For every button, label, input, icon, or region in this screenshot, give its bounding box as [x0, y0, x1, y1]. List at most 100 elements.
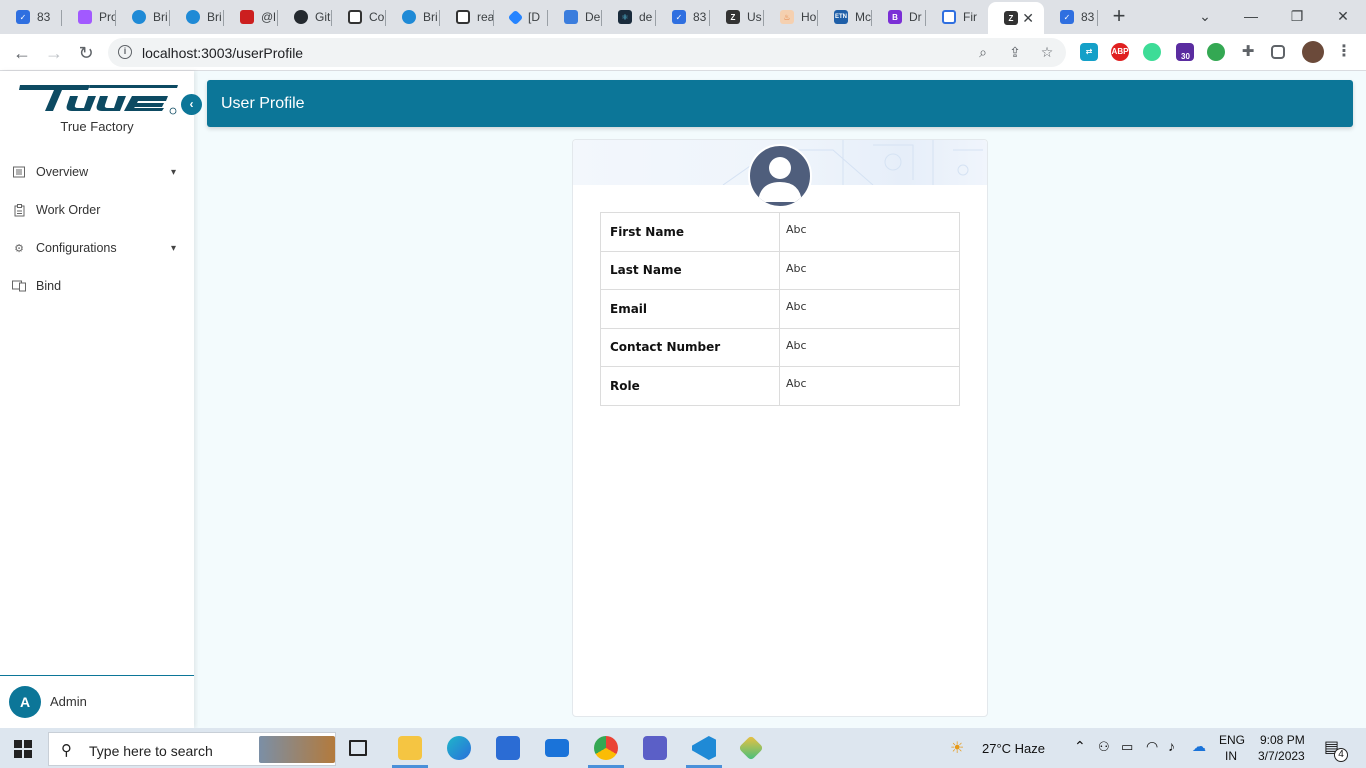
site-info-icon[interactable]: i [118, 45, 132, 59]
tab-title: de [639, 10, 653, 24]
sidebar-item-bind[interactable]: Bind [0, 271, 194, 301]
tab-title: 83 [37, 10, 51, 24]
browser-tab[interactable]: Bri [116, 4, 170, 30]
browser-tab[interactable]: ♨ Ho [764, 4, 818, 30]
brand-subtitle: True Factory [60, 119, 134, 134]
battery-icon[interactable]: ▭ [1121, 739, 1133, 755]
browser-tab[interactable]: De [548, 4, 602, 30]
browser-menu-icon[interactable]: ⋮ [1335, 43, 1353, 61]
volume-icon[interactable]: ♪ [1168, 738, 1175, 754]
window-close-button[interactable]: ✕ [1320, 3, 1366, 29]
tab-favicon-icon: ✓ [16, 10, 30, 24]
user-menu[interactable]: A Admin [0, 675, 194, 728]
search-placeholder: Type here to search [89, 743, 213, 759]
windows-start-icon[interactable] [14, 740, 32, 758]
reload-icon[interactable]: ↻ [74, 41, 98, 65]
tab-title: 83 [1081, 10, 1095, 24]
profile-card: First Name Abc Last Name Abc Email Abc C… [572, 139, 988, 717]
minimize-button[interactable]: — [1228, 3, 1274, 29]
profile-avatar-icon[interactable] [1302, 41, 1324, 63]
address-url[interactable]: localhost:3003/userProfile [142, 45, 303, 61]
browser-tab[interactable]: ⚛ de [602, 4, 656, 30]
back-arrow-icon[interactable]: ← [10, 41, 34, 65]
weather-icon[interactable]: ☀ [950, 738, 964, 758]
browser-toolbar: ← → ↻ i localhost:3003/userProfile ⌕ ⇪ ☆… [0, 34, 1366, 71]
clipboard-icon [12, 203, 26, 217]
vscode-icon[interactable] [692, 736, 716, 760]
extensions-puzzle-icon[interactable]: ✚ [1239, 43, 1257, 61]
extension-translate-icon[interactable]: ⇄ [1080, 43, 1098, 61]
browser-tab[interactable]: @l [224, 4, 278, 30]
browser-tab[interactable]: [D [494, 4, 548, 30]
edge-browser-icon[interactable] [447, 736, 471, 760]
field-label: Role [600, 366, 780, 406]
app-diamond-icon[interactable] [738, 735, 764, 761]
sidebar-item-overview[interactable]: Overview ▾ [0, 157, 194, 187]
browser-tab[interactable]: ✓ 83 [0, 4, 62, 30]
sidebar-collapse-button[interactable]: ‹ [181, 94, 202, 115]
close-tab-icon[interactable]: ✕ [1022, 10, 1034, 27]
address-bar[interactable]: i localhost:3003/userProfile ⌕ ⇪ ☆ [108, 38, 1066, 67]
tab-title: [D [528, 10, 540, 24]
sidebar-item-configurations[interactable]: ⚙ Configurations ▾ [0, 233, 194, 263]
zoom-icon[interactable]: ⌕ [974, 43, 992, 61]
avatar[interactable]: A [9, 686, 41, 718]
tab-favicon-icon: ✓ [672, 10, 686, 24]
browser-tab[interactable]: ✓ 83 [656, 4, 710, 30]
tab-favicon-icon [240, 10, 254, 24]
extension-circle-icon[interactable] [1143, 43, 1161, 61]
tab-favicon-icon [402, 10, 416, 24]
field-value: Abc [779, 327, 960, 367]
meet-now-icon[interactable]: ⚇ [1098, 739, 1110, 755]
browser-tab[interactable]: ETN Mc [818, 4, 872, 30]
bind-icon [12, 279, 26, 293]
clock-time[interactable]: 9:08 PM [1260, 733, 1305, 747]
extension-graduation-icon[interactable]: 30 [1176, 43, 1194, 61]
clock-date[interactable]: 3/7/2023 [1258, 749, 1305, 763]
notification-count: 4 [1334, 748, 1348, 762]
tab-favicon-icon [456, 10, 470, 24]
file-explorer-icon[interactable] [398, 736, 422, 760]
bookmark-star-icon[interactable]: ☆ [1038, 43, 1056, 61]
new-tab-button[interactable]: + [1108, 5, 1130, 27]
browser-tab[interactable]: Pro [62, 4, 116, 30]
tab-favicon-icon [294, 10, 308, 24]
taskbar-search-input[interactable]: ⚲ Type here to search [48, 732, 336, 766]
tab-search-icon[interactable]: ⌄ [1182, 3, 1228, 29]
browser-tab[interactable]: Co [332, 4, 386, 30]
region-code[interactable]: IN [1225, 749, 1237, 763]
gear-icon: ⚙ [14, 242, 24, 255]
browser-tab[interactable]: B Dr [872, 4, 926, 30]
windows-taskbar: ⚲ Type here to search ☀ 27°C Haze ⌃ ⚇ ▭ … [0, 728, 1366, 768]
side-panel-icon[interactable] [1271, 45, 1285, 59]
weather-text[interactable]: 27°C Haze [982, 741, 1045, 756]
browser-tab[interactable]: Bri [386, 4, 440, 30]
browser-tab[interactable]: Fir [926, 4, 988, 30]
forward-arrow-icon[interactable]: → [42, 41, 66, 65]
browser-tab[interactable]: rea [440, 4, 494, 30]
show-hidden-icons-icon[interactable]: ⌃ [1074, 738, 1086, 755]
teams-icon[interactable] [643, 736, 667, 760]
browser-tab[interactable]: Z Us [710, 4, 764, 30]
tab-favicon-icon: Z [726, 10, 740, 24]
maximize-button[interactable]: ❐ [1274, 3, 1320, 29]
share-icon[interactable]: ⇪ [1006, 43, 1024, 61]
wifi-icon[interactable]: ◠ [1146, 738, 1158, 755]
page-header: User Profile [207, 80, 1353, 127]
sidebar-item-work-order[interactable]: Work Order [0, 195, 194, 225]
browser-tab[interactable]: Bri [170, 4, 224, 30]
mail-icon[interactable] [545, 739, 569, 757]
browser-tab[interactable]: ✓ 83 [1044, 4, 1098, 30]
task-view-icon[interactable] [349, 740, 367, 756]
browser-tab-active[interactable]: Z ✕ [988, 2, 1044, 34]
microsoft-store-icon[interactable] [496, 736, 520, 760]
tab-title: @l [261, 10, 276, 24]
extension-adblock-icon[interactable]: ABP [1111, 43, 1129, 61]
extension-google-lens-icon[interactable] [1207, 43, 1225, 61]
language-code[interactable]: ENG [1219, 733, 1245, 747]
browser-tab[interactable]: Git [278, 4, 332, 30]
tab-title: Mc [855, 10, 871, 24]
onedrive-icon[interactable]: ☁ [1192, 738, 1206, 755]
chrome-icon[interactable] [594, 736, 618, 760]
tab-favicon-icon [348, 10, 362, 24]
